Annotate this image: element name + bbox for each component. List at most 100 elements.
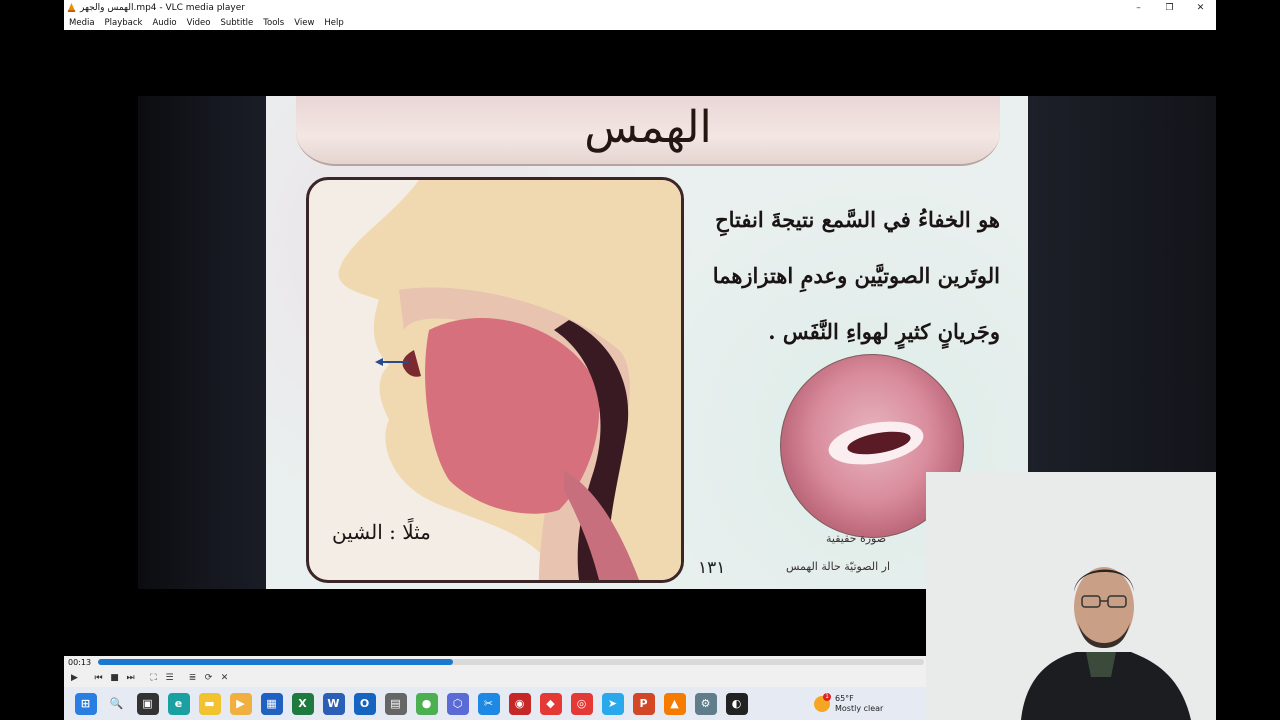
- window-title: الهمس والجهر.mp4 - VLC media player: [80, 2, 245, 13]
- video-background-right: [1028, 96, 1216, 502]
- taskbar-apps: ⊞ 🔍 ▣ e ▬ ▶ ▦ X W O ▤ ● ⬡ ✂ ◉ ◆ ◎ ➤ P ▲ ⚙ ◐: [70, 692, 752, 715]
- lesson-slide: الهمس هو الخفاءُ في السَّمع نتيجةَ انفتا…: [266, 96, 1028, 589]
- definition-line-3: وجَريانٍ كثيرٍ لهواءِ النَّفَس .: [768, 319, 1000, 344]
- task-view-button[interactable]: ▣: [136, 692, 159, 715]
- calculator-button[interactable]: ▤: [384, 692, 407, 715]
- loop-button[interactable]: ⟳: [201, 671, 216, 686]
- menu-audio[interactable]: Audio: [147, 18, 181, 28]
- seek-row: 00:13: [64, 656, 926, 669]
- circle-app-button[interactable]: ●: [415, 692, 438, 715]
- photo-caption: صورة حقيقية: [826, 532, 887, 545]
- presenter-image: [926, 472, 1216, 720]
- menu-subtitle[interactable]: Subtitle: [215, 18, 258, 28]
- outlook-icon: O: [359, 697, 370, 710]
- close-button[interactable]: ✕: [1185, 3, 1216, 13]
- outlook-button[interactable]: O: [353, 692, 376, 715]
- fullscreen-icon: ⛶: [150, 673, 157, 683]
- restore-button[interactable]: ❐: [1154, 3, 1185, 13]
- next-button[interactable]: ⏭: [123, 671, 138, 686]
- playlist-button[interactable]: ≣: [185, 671, 200, 686]
- calculator-icon: ▤: [390, 697, 401, 710]
- notification-badge: 1: [823, 692, 831, 701]
- powerpoint-button[interactable]: P: [632, 692, 655, 715]
- weather-widget[interactable]: 1 65°F Mostly clear: [814, 687, 883, 720]
- file-explorer-button[interactable]: ▬: [198, 692, 221, 715]
- hex-app-icon: ⬡: [452, 697, 463, 710]
- playlist-icon: ≣: [188, 673, 197, 683]
- obs-button[interactable]: ◐: [725, 692, 748, 715]
- play-icon: ▶: [71, 673, 78, 683]
- webcam-overlay: [926, 472, 1216, 720]
- excel-button[interactable]: X: [291, 692, 314, 715]
- stop-icon: ■: [110, 673, 119, 683]
- menu-view[interactable]: View: [289, 18, 319, 28]
- settings-icon: ⚙: [700, 697, 711, 710]
- windows-taskbar: ⊞ 🔍 ▣ e ▬ ▶ ▦ X W O ▤ ● ⬡ ✂ ◉ ◆ ◎ ➤ P ▲ ⚙ ◐ 1 65°F Mostly cle…: [64, 687, 926, 720]
- extended-settings-icon: ☰: [165, 673, 174, 683]
- edge-icon: e: [174, 697, 183, 710]
- menu-help[interactable]: Help: [319, 18, 348, 28]
- elapsed-time: 00:13: [68, 658, 92, 667]
- title-bar: الهمس والجهر.mp4 - VLC media player – ❐ …: [64, 0, 1216, 15]
- menu-video[interactable]: Video: [182, 18, 216, 28]
- word-button[interactable]: W: [322, 692, 345, 715]
- hex-app-button[interactable]: ⬡: [446, 692, 469, 715]
- fullscreen-button[interactable]: ⛶: [146, 671, 161, 686]
- seek-progress: [98, 659, 454, 665]
- weather-temp: 65°F: [835, 693, 854, 703]
- menu-playback[interactable]: Playback: [100, 18, 148, 28]
- previous-icon: ⏮: [94, 673, 103, 683]
- extended-settings-button[interactable]: ☰: [162, 671, 177, 686]
- weather-icon: 1: [814, 692, 831, 712]
- telegram-button[interactable]: ➤: [601, 692, 624, 715]
- menu-bar: Media Playback Audio Video Subtitle Tool…: [64, 15, 1216, 30]
- vlc-icon: ▲: [670, 697, 679, 710]
- seek-bar[interactable]: [98, 659, 924, 665]
- play-button[interactable]: ▶: [67, 671, 82, 686]
- start-icon: ⊞: [80, 697, 91, 710]
- red-app-button[interactable]: ◉: [508, 692, 531, 715]
- shuffle-icon: ✕: [220, 673, 229, 683]
- edge-button[interactable]: e: [167, 692, 190, 715]
- red-app-icon: ◉: [514, 697, 525, 710]
- stop-button[interactable]: ■: [107, 671, 122, 686]
- definition-text: هو الخفاءُ في السَّمع نتيجةَ انفتاحِ الو…: [680, 192, 1000, 360]
- shuffle-button[interactable]: ✕: [217, 671, 232, 686]
- definition-line-1: هو الخفاءُ في السَّمع نتيجةَ انفتاحِ: [715, 207, 1000, 232]
- snipping-tool-button[interactable]: ✂: [477, 692, 500, 715]
- media-app-icon: ▶: [236, 697, 245, 710]
- media-app-button[interactable]: ▶: [229, 692, 252, 715]
- menu-media[interactable]: Media: [64, 18, 100, 28]
- slide-banner: الهمس: [296, 96, 1000, 166]
- vlc-button[interactable]: ▲: [663, 692, 686, 715]
- obs-icon: ◐: [731, 697, 742, 710]
- search-icon: 🔍: [109, 697, 124, 710]
- anydesk-icon: ◆: [546, 697, 555, 710]
- next-icon: ⏭: [126, 673, 135, 683]
- video-background-left: [138, 96, 268, 589]
- start-button[interactable]: ⊞: [74, 692, 97, 715]
- slide-heading: الهمس: [584, 102, 712, 153]
- state-caption: ار الصوتيّة حالة الهمس: [786, 560, 891, 573]
- previous-button[interactable]: ⏮: [91, 671, 106, 686]
- minimize-button[interactable]: –: [1123, 3, 1154, 13]
- snipping-tool-icon: ✂: [483, 697, 494, 710]
- search-button[interactable]: 🔍: [105, 692, 128, 715]
- anydesk-button[interactable]: ◆: [539, 692, 562, 715]
- chrome-button[interactable]: ◎: [570, 692, 593, 715]
- store-icon: ▦: [266, 697, 277, 710]
- word-icon: W: [327, 697, 340, 710]
- weather-condition: Mostly clear: [835, 703, 884, 713]
- vlc-window: الهمس والجهر.mp4 - VLC media player – ❐ …: [64, 0, 1216, 720]
- circle-app-icon: ●: [421, 697, 432, 710]
- store-button[interactable]: ▦: [260, 692, 283, 715]
- menu-tools[interactable]: Tools: [258, 18, 289, 28]
- definition-line-2: الوتَرين الصوتيَّين وعدمِ اهتزازهما: [712, 263, 1000, 288]
- powerpoint-icon: P: [639, 697, 648, 710]
- settings-button[interactable]: ⚙: [694, 692, 717, 715]
- file-explorer-icon: ▬: [204, 697, 215, 710]
- task-view-icon: ▣: [142, 697, 153, 710]
- excel-icon: X: [298, 697, 307, 710]
- loop-icon: ⟳: [204, 673, 213, 683]
- example-text: مثلًا : الشين: [332, 520, 431, 544]
